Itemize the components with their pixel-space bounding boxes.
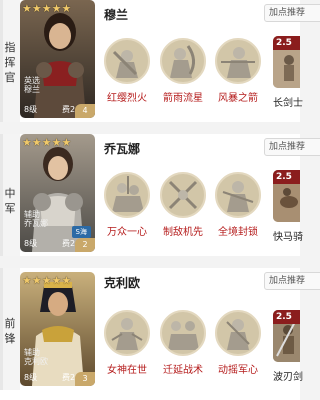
troop-value: 2.5 <box>273 36 300 50</box>
troop-item[interactable]: 2.5 快马骑 <box>273 170 303 243</box>
skill-icon <box>160 310 206 356</box>
hero-level: 8级 <box>24 239 38 248</box>
troop-item[interactable]: 2.5 波刃剑 <box>273 310 303 383</box>
hero-rank: 费2 <box>62 373 76 382</box>
corner-badge: 4 <box>75 104 95 118</box>
hero-level: 8级 <box>24 373 38 382</box>
skill-icon <box>160 38 206 84</box>
skill-item[interactable]: 红缨烈火 <box>104 38 150 104</box>
role-label: 中军 <box>4 187 16 215</box>
skill-icon <box>104 172 150 218</box>
skill-icon <box>160 172 206 218</box>
hero-portrait[interactable]: ★★★★★ 辅助 克利欧 8级 费2 3 <box>20 272 95 386</box>
role-bar: 指挥官 <box>0 0 20 122</box>
tag-badge: S海 <box>71 226 91 238</box>
role-bar: 前锋 <box>0 268 20 390</box>
corner-badge: 2 <box>75 238 95 252</box>
hero-rank: 费2 <box>62 239 76 248</box>
troop-label: 快马骑 <box>273 232 303 243</box>
skill-label: 全境封锁 <box>218 227 258 238</box>
hero-subtitle: 辅助 乔瓦娜 <box>24 210 48 228</box>
hero-subtitle: 英选 穆兰 <box>24 76 40 94</box>
hero-level: 8级 <box>24 105 38 114</box>
skill-icon <box>104 310 150 356</box>
corner-badge: 3 <box>75 372 95 386</box>
troop-icon: 2.5 <box>273 36 300 88</box>
hero-name: 克利欧 <box>104 276 141 290</box>
troop-value: 2.5 <box>273 310 300 324</box>
skill-item[interactable]: 箭雨流星 <box>160 38 206 104</box>
skill-item[interactable]: 制敌机先 <box>160 172 206 238</box>
hero-portrait[interactable]: ★★★★★ 辅助 乔瓦娜 S海 8级 费2 2 <box>20 134 95 252</box>
skill-label: 箭雨流星 <box>163 93 203 104</box>
skill-label: 动摇军心 <box>218 365 258 376</box>
add-point-button[interactable]: 加点推荐 <box>264 272 320 290</box>
role-label: 指挥官 <box>4 41 16 84</box>
star-rating: ★★★★★ <box>22 2 71 15</box>
troop-value: 2.5 <box>273 170 300 184</box>
skill-label: 风暴之箭 <box>218 93 258 104</box>
troop-icon: 2.5 <box>273 310 300 362</box>
skill-icon <box>215 38 261 84</box>
skill-item[interactable]: 迁延战术 <box>160 310 206 376</box>
role-label: 前锋 <box>4 317 16 345</box>
troop-icon: 2.5 <box>273 170 300 222</box>
commander-card[interactable]: 中军 ★★★★★ 辅助 乔瓦娜 S海 8级 费2 2 乔瓦娜 加点推荐 <box>0 134 320 256</box>
skill-icon <box>215 310 261 356</box>
skill-item[interactable]: 女神在世 <box>104 310 150 376</box>
hero-name: 乔瓦娜 <box>104 142 141 156</box>
skill-item[interactable]: 风暴之箭 <box>215 38 261 104</box>
hero-name: 穆兰 <box>104 8 129 22</box>
troop-label: 波刃剑 <box>273 372 303 383</box>
role-bar: 中军 <box>0 134 20 256</box>
commander-card[interactable]: 前锋 ★★★★★ 辅助 克利欧 8级 费2 3 克利欧 加点推荐 女神在世 <box>0 268 320 400</box>
skill-icon <box>215 172 261 218</box>
hero-rank: 费2 <box>62 105 76 114</box>
star-rating: ★★★★★ <box>22 274 71 287</box>
troop-label: 长剑士 <box>273 98 303 109</box>
skill-label: 红缨烈火 <box>107 93 147 104</box>
star-rating: ★★★★★ <box>22 136 71 149</box>
hero-portrait[interactable]: ★★★★★ 英选 穆兰 8级 费2 4 <box>20 0 95 118</box>
skill-item[interactable]: 动摇军心 <box>215 310 261 376</box>
add-point-button[interactable]: 加点推荐 <box>264 138 320 156</box>
skill-label: 迁延战术 <box>163 365 203 376</box>
skill-label: 制敌机先 <box>163 227 203 238</box>
add-point-button[interactable]: 加点推荐 <box>264 4 320 22</box>
skill-label: 女神在世 <box>107 365 147 376</box>
skill-label: 万众一心 <box>107 227 147 238</box>
hero-subtitle: 辅助 克利欧 <box>24 348 48 366</box>
skill-item[interactable]: 万众一心 <box>104 172 150 238</box>
commander-card[interactable]: 指挥官 ★★★★★ 英选 穆兰 8级 费2 4 穆兰 加点推荐 红缨烈火 <box>0 0 320 122</box>
troop-item[interactable]: 2.5 长剑士 <box>273 36 303 109</box>
skill-item[interactable]: 全境封锁 <box>215 172 261 238</box>
skill-icon <box>104 38 150 84</box>
